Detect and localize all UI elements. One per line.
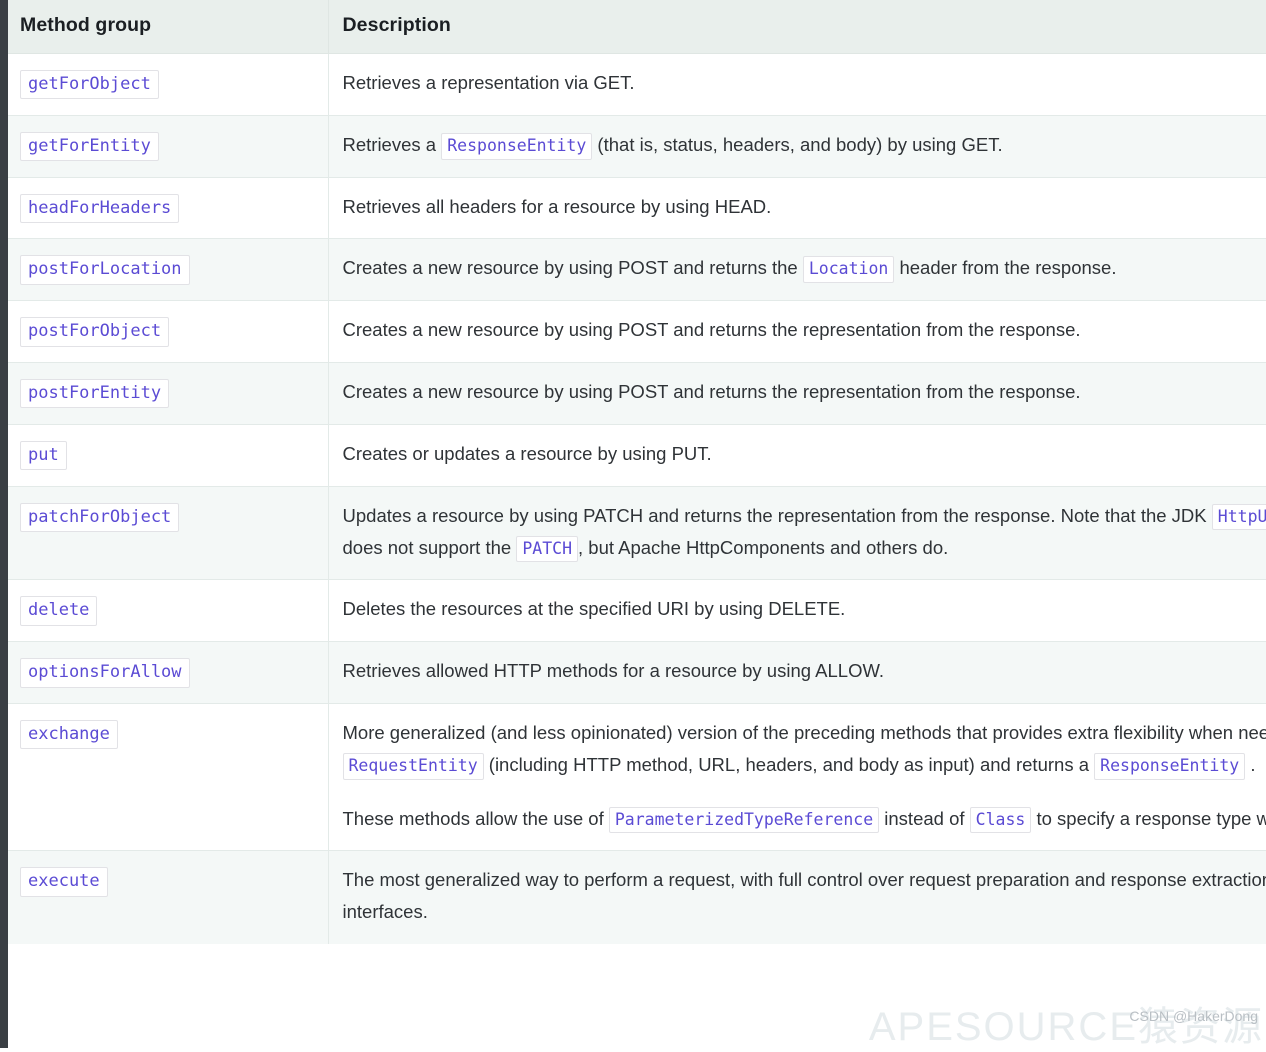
method-group-cell: getForEntity — [8, 115, 328, 177]
description-text: to specify a response type with generics… — [1031, 808, 1266, 829]
table-row: postForLocation Creates a new resource by… — [8, 239, 1266, 301]
description-text: Creates a new resource by using POST and… — [343, 257, 803, 278]
description-text: Deletes the resources at the specified U… — [343, 598, 846, 619]
description-paragraph: The most generalized way to perform a re… — [343, 864, 1266, 928]
inline-code: Location — [803, 256, 894, 283]
description-cell: Retrieves a ResponseEntity (that is, sta… — [328, 115, 1266, 177]
description-paragraph: Retrieves a representation via GET. — [343, 67, 1266, 99]
description-text: (including HTTP method, URL, headers, an… — [484, 754, 1095, 775]
method-name-code: headForHeaders — [20, 194, 179, 223]
method-name-code: getForEntity — [20, 132, 159, 161]
description-paragraph: Creates a new resource by using POST and… — [343, 376, 1266, 408]
inline-code: RequestEntity — [343, 753, 484, 780]
column-header-method-group: Method group — [8, 0, 328, 54]
method-group-cell: put — [8, 424, 328, 486]
inline-code: Class — [970, 807, 1032, 834]
table-header-row: Method group Description — [8, 0, 1266, 54]
method-name-code: optionsForAllow — [20, 658, 190, 687]
description-paragraph: Retrieves allowed HTTP methods for a res… — [343, 655, 1266, 687]
inline-code: ResponseEntity — [1094, 753, 1245, 780]
description-paragraph: Deletes the resources at the specified U… — [343, 593, 1266, 625]
method-name-code: execute — [20, 867, 108, 896]
description-text: . — [1245, 754, 1255, 775]
description-text: does not support the — [343, 537, 517, 558]
table-body: getForObject Retrieves a representation v… — [8, 54, 1266, 945]
method-group-cell: postForObject — [8, 301, 328, 363]
table-row: getForObject Retrieves a representation v… — [8, 54, 1266, 116]
description-paragraph: Creates a new resource by using POST and… — [343, 252, 1266, 284]
description-text: Updates a resource by using PATCH and re… — [343, 505, 1212, 526]
method-name-code: getForObject — [20, 70, 159, 99]
table-row: exchange More generalized (and less opini… — [8, 703, 1266, 850]
description-text: Retrieves a — [343, 134, 442, 155]
method-group-cell: postForLocation — [8, 239, 328, 301]
description-cell: Retrieves all headers for a resource by … — [328, 177, 1266, 239]
description-cell: Deletes the resources at the specified U… — [328, 580, 1266, 642]
description-text: These methods allow the use of — [343, 808, 609, 829]
table-row: getForEntity Retrieves a ResponseEntity (… — [8, 115, 1266, 177]
description-text: Creates or updates a resource by using P… — [343, 443, 712, 464]
description-cell: The most generalized way to perform a re… — [328, 851, 1266, 944]
inline-code: ResponseEntity — [441, 133, 592, 160]
table-viewport: Method group Description getForObject Ret… — [8, 0, 1266, 1048]
table-row: postForObject Creates a new resource by u… — [8, 301, 1266, 363]
description-text: header from the response. — [894, 257, 1116, 278]
description-paragraph: More generalized (and less opinionated) … — [343, 717, 1266, 781]
table-header: Method group Description — [8, 0, 1266, 54]
description-cell: Creates a new resource by using POST and… — [328, 239, 1266, 301]
inline-code: HttpURLConnection — [1212, 504, 1266, 531]
description-text: Retrieves a representation via GET. — [343, 72, 635, 93]
method-group-cell: headForHeaders — [8, 177, 328, 239]
description-text: Creates a new resource by using POST and… — [343, 381, 1081, 402]
description-paragraph: Creates or updates a resource by using P… — [343, 438, 1266, 470]
description-text: Retrieves all headers for a resource by … — [343, 196, 772, 217]
method-group-cell: optionsForAllow — [8, 642, 328, 704]
method-group-cell: execute — [8, 851, 328, 944]
table-row: postForEntity Creates a new resource by u… — [8, 363, 1266, 425]
description-cell: Retrieves allowed HTTP methods for a res… — [328, 642, 1266, 704]
method-group-cell: postForEntity — [8, 363, 328, 425]
method-name-code: delete — [20, 596, 97, 625]
description-paragraph: Creates a new resource by using POST and… — [343, 314, 1266, 346]
method-name-code: patchForObject — [20, 503, 179, 532]
description-text: , but Apache HttpComponents and others d… — [578, 537, 948, 558]
description-text: instead of — [879, 808, 970, 829]
description-paragraph: Retrieves all headers for a resource by … — [343, 191, 1266, 223]
table-row: headForHeaders Retrieves all headers for … — [8, 177, 1266, 239]
description-paragraph: These methods allow the use of Parameter… — [343, 803, 1266, 835]
description-text: The most generalized way to perform a re… — [343, 869, 1266, 922]
method-group-cell: patchForObject — [8, 486, 328, 580]
description-cell: Retrieves a representation via GET. — [328, 54, 1266, 116]
description-text: Retrieves allowed HTTP methods for a res… — [343, 660, 885, 681]
resttemplate-method-table: Method group Description getForObject Ret… — [8, 0, 1266, 944]
method-group-cell: exchange — [8, 703, 328, 850]
method-group-cell: getForObject — [8, 54, 328, 116]
table-row: delete Deletes the resources at the speci… — [8, 580, 1266, 642]
page-left-gutter — [0, 0, 8, 1048]
description-cell: Updates a resource by using PATCH and re… — [328, 486, 1266, 580]
description-cell: More generalized (and less opinionated) … — [328, 703, 1266, 850]
method-name-code: postForLocation — [20, 255, 190, 284]
table-row: patchForObject Updates a resource by usin… — [8, 486, 1266, 580]
method-name-code: postForObject — [20, 317, 169, 346]
description-cell: Creates or updates a resource by using P… — [328, 424, 1266, 486]
table-row: execute The most generalized way to perfo… — [8, 851, 1266, 944]
description-text: Creates a new resource by using POST and… — [343, 319, 1081, 340]
table-row: put Creates or updates a resource by usin… — [8, 424, 1266, 486]
inline-code: PATCH — [516, 536, 578, 563]
inline-code: ParameterizedTypeReference — [609, 807, 879, 834]
description-text: (that is, status, headers, and body) by … — [592, 134, 1002, 155]
method-name-code: put — [20, 441, 67, 470]
table-row: optionsForAllow Retrieves allowed HTTP me… — [8, 642, 1266, 704]
description-text: More generalized (and less opinionated) … — [343, 722, 1266, 743]
column-header-description: Description — [328, 0, 1266, 54]
description-paragraph: Retrieves a ResponseEntity (that is, sta… — [343, 129, 1266, 161]
description-cell: Creates a new resource by using POST and… — [328, 301, 1266, 363]
method-name-code: exchange — [20, 720, 118, 749]
method-name-code: postForEntity — [20, 379, 169, 408]
description-paragraph: Updates a resource by using PATCH and re… — [343, 500, 1266, 564]
description-cell: Creates a new resource by using POST and… — [328, 363, 1266, 425]
method-group-cell: delete — [8, 580, 328, 642]
